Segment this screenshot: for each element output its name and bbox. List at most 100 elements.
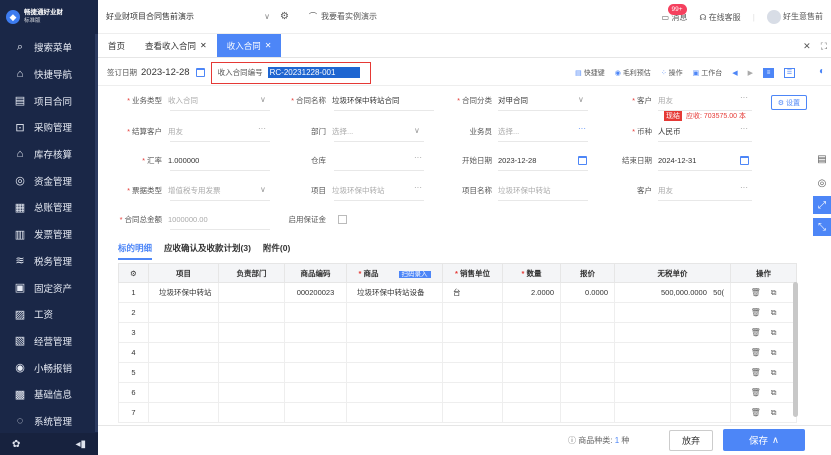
- collapse-icon[interactable]: ⤡: [813, 218, 831, 236]
- cell-qty[interactable]: [502, 402, 561, 423]
- sidebar-item[interactable]: ◉ 小畅报销: [0, 354, 98, 381]
- cell-product[interactable]: 垃圾环保中转站设备: [346, 282, 443, 303]
- table-row[interactable]: 3 🗑 ⧉: [118, 322, 797, 343]
- page-tab[interactable]: 查看收入合同 ✕: [135, 34, 217, 57]
- cell-dept[interactable]: [218, 382, 285, 403]
- demo-link[interactable]: ⌒ 我要看实例演示: [309, 11, 377, 22]
- discard-button[interactable]: 放弃: [669, 430, 713, 451]
- page-tab[interactable]: 首页: [98, 34, 135, 57]
- cell-qty[interactable]: [502, 322, 561, 343]
- tab-line-items[interactable]: 标的明细: [118, 242, 153, 260]
- copy-icon[interactable]: ⧉: [771, 368, 777, 378]
- project-name-field[interactable]: 项目名称 垃圾环保中转站: [428, 180, 551, 200]
- cell-qty[interactable]: [502, 362, 561, 383]
- cell-code[interactable]: [284, 402, 347, 423]
- sidebar-item[interactable]: ⌂ 库存核算: [0, 141, 98, 168]
- delete-icon[interactable]: 🗑: [751, 328, 761, 338]
- deposit-field[interactable]: 启用保证金: [262, 209, 347, 229]
- cell-dept[interactable]: [218, 362, 285, 383]
- cell-qty[interactable]: [502, 382, 561, 403]
- cell-code[interactable]: [284, 382, 347, 403]
- cell-code[interactable]: 000200023: [284, 282, 347, 303]
- copy-icon[interactable]: ⧉: [771, 328, 777, 338]
- tab-attachments[interactable]: 附件(0): [263, 242, 290, 260]
- table-row[interactable]: 7 🗑 ⧉: [118, 402, 797, 423]
- assistant-icon[interactable]: ◐: [813, 62, 831, 80]
- cell-code[interactable]: [284, 362, 347, 383]
- sidebar-item[interactable]: ⊡ 采购管理: [0, 114, 98, 141]
- close-icon[interactable]: ✕: [200, 41, 207, 50]
- delete-icon[interactable]: 🗑: [751, 388, 761, 398]
- cell-project[interactable]: [148, 322, 219, 343]
- cell-dept[interactable]: [218, 342, 285, 363]
- cell-net-price[interactable]: [614, 382, 731, 403]
- sidebar-item[interactable]: ▨ 工资: [0, 301, 98, 328]
- more-icon[interactable]: ···: [414, 153, 422, 162]
- cell-product[interactable]: [346, 402, 443, 423]
- operations-button[interactable]: ⁘ 操作: [661, 68, 683, 78]
- department-field[interactable]: 部门 选择...: [262, 121, 353, 141]
- page-tab[interactable]: 收入合同 ✕: [216, 34, 282, 57]
- sidebar-item[interactable]: ⌕ 搜索菜单: [0, 34, 98, 61]
- sidebar-item[interactable]: ≋ 税务管理: [0, 248, 98, 275]
- service-button[interactable]: ☊ 在线客服: [699, 12, 740, 23]
- messages-button[interactable]: 99+ ▭ 消息: [662, 3, 687, 23]
- close-all-tabs-icon[interactable]: ✕: [803, 41, 811, 52]
- list-view-icon[interactable]: ≡: [763, 68, 774, 78]
- more-icon[interactable]: ···: [578, 124, 586, 133]
- table-row[interactable]: 1 垃圾环保中转站 000200023 垃圾环保中转站设备台 2.0000 0.0000 5…: [118, 282, 797, 303]
- more-icon[interactable]: ···: [740, 124, 748, 133]
- sidebar-item[interactable]: ▥ 发票管理: [0, 221, 98, 248]
- contract-category-field[interactable]: * 合同分类 对甲合同: [428, 90, 528, 110]
- cell-qty[interactable]: [502, 342, 561, 363]
- gear-icon[interactable]: ✿: [12, 439, 20, 450]
- scan-entry-button[interactable]: 扫码录入: [398, 270, 431, 278]
- cell-product[interactable]: [346, 302, 443, 323]
- cell-unit[interactable]: 台: [442, 282, 503, 303]
- expand-icon[interactable]: ⤢: [813, 196, 831, 214]
- total-amount-field[interactable]: * 合同总金额 1000000.00: [98, 209, 208, 229]
- contract-name-field[interactable]: * 合同名称 垃圾环保中转站合同: [262, 90, 399, 110]
- cell-code[interactable]: [284, 342, 347, 363]
- sidebar-item[interactable]: ▧ 经营管理: [0, 328, 98, 355]
- sidebar-item[interactable]: ▦ 总账管理: [0, 194, 98, 221]
- cell-unit[interactable]: [442, 342, 503, 363]
- delete-icon[interactable]: 🗑: [751, 368, 761, 378]
- cell-net-price[interactable]: [614, 362, 731, 383]
- cell-net-price[interactable]: [614, 342, 731, 363]
- delete-icon[interactable]: 🗑: [751, 408, 761, 418]
- workbench-button[interactable]: ▣ 工作台: [693, 68, 723, 78]
- cell-code[interactable]: [284, 302, 347, 323]
- cell-unit[interactable]: [442, 302, 503, 323]
- cell-price[interactable]: 0.0000: [560, 282, 615, 303]
- cell-project[interactable]: [148, 402, 219, 423]
- cell-project[interactable]: 垃圾环保中转站: [148, 282, 219, 303]
- customer-secondary-field[interactable]: 客户 用友: [588, 180, 673, 200]
- prev-record-icon[interactable]: ◀: [732, 69, 737, 77]
- sign-date-value[interactable]: 2023-12-28: [141, 67, 190, 78]
- cell-net-price[interactable]: [614, 302, 731, 323]
- settle-customer-field[interactable]: * 结算客户 用友: [98, 121, 183, 141]
- table-row[interactable]: 6 🗑 ⧉: [118, 382, 797, 403]
- currency-field[interactable]: * 币种 人民币: [588, 121, 680, 141]
- cell-product[interactable]: [346, 362, 443, 383]
- deposit-checkbox[interactable]: [338, 214, 347, 224]
- company-settings-icon[interactable]: ⚙: [280, 11, 289, 22]
- cell-dept[interactable]: [218, 282, 285, 303]
- cell-product[interactable]: [346, 382, 443, 403]
- cell-project[interactable]: [148, 342, 219, 363]
- cell-qty[interactable]: [502, 302, 561, 323]
- customer-field[interactable]: * 客户 用友: [588, 90, 673, 110]
- sidebar-item[interactable]: ◌ 系统管理: [0, 408, 98, 435]
- table-row[interactable]: 2 🗑 ⧉: [118, 302, 797, 323]
- invoice-type-field[interactable]: * 票据类型 增值税专用发票: [98, 180, 220, 200]
- cell-price[interactable]: [560, 342, 615, 363]
- cell-dept[interactable]: [218, 322, 285, 343]
- exchange-rate-field[interactable]: * 汇率 1.000000: [98, 150, 199, 170]
- cell-product[interactable]: [346, 322, 443, 343]
- cell-price[interactable]: [560, 302, 615, 323]
- table-row[interactable]: 5 🗑 ⧉: [118, 362, 797, 383]
- save-button[interactable]: 保存 ∧: [723, 429, 805, 451]
- cell-price[interactable]: [560, 402, 615, 423]
- calendar-icon[interactable]: [195, 68, 205, 77]
